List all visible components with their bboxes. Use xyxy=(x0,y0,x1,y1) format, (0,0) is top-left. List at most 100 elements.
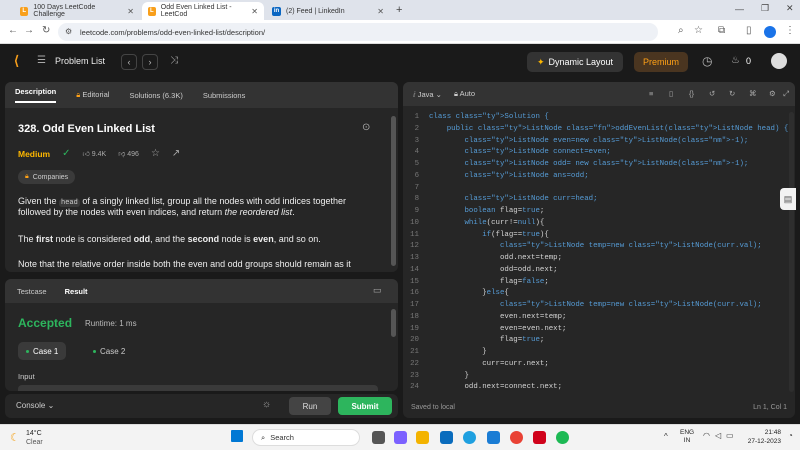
debug-icon[interactable]: ☼ xyxy=(262,399,271,410)
clock-time[interactable]: 21:48 xyxy=(745,429,781,436)
browser-tab-leetcode-challenge[interactable]: L 100 Days LeetCode Challenge ✕ xyxy=(14,2,140,20)
chrome-icon[interactable] xyxy=(510,431,523,444)
taskbar-search[interactable]: ⌕ Search xyxy=(252,429,360,446)
problem-list-link[interactable]: Problem List xyxy=(55,56,105,66)
next-problem-button[interactable]: › xyxy=(142,54,158,70)
windows-start-icon[interactable] xyxy=(231,430,243,442)
code-line[interactable]: 13 odd.next=temp; xyxy=(403,253,795,265)
close-icon[interactable]: ✕ xyxy=(127,7,134,16)
star-icon[interactable]: ☆ xyxy=(151,148,160,159)
format-icon[interactable]: ≡ xyxy=(649,89,653,98)
braces-icon[interactable]: {} xyxy=(689,89,694,98)
code-line[interactable]: 21 } xyxy=(403,347,795,359)
maximize-button[interactable]: ❐ xyxy=(761,3,769,14)
tab-editorial[interactable]: 🔒︎ Editorial xyxy=(76,90,109,100)
zoom-icon[interactable]: ⌕ xyxy=(678,25,684,36)
console-button[interactable]: Console ⌄ xyxy=(16,401,54,410)
premium-button[interactable]: Premium xyxy=(634,52,688,72)
profile-avatar[interactable] xyxy=(764,26,776,38)
forward-icon[interactable]: → xyxy=(24,25,34,36)
code-line[interactable]: 16 }else{ xyxy=(403,288,795,300)
minimize-button[interactable]: — xyxy=(735,4,744,14)
description-scrollbar[interactable] xyxy=(391,116,396,266)
companies-tag[interactable]: 🔒︎ Companies xyxy=(18,170,76,184)
mcafee-icon[interactable] xyxy=(533,431,546,444)
more-options-icon[interactable]: ⊙ xyxy=(362,122,370,133)
code-line[interactable]: 9 boolean flag=true; xyxy=(403,206,795,218)
tab-result[interactable]: Result xyxy=(65,287,88,296)
language-select[interactable]: ⅈ Java ⌄ xyxy=(413,90,442,99)
task-view-icon[interactable] xyxy=(372,431,385,444)
reset-icon[interactable]: ↻ xyxy=(729,89,735,98)
case-2-button[interactable]: Case 2 xyxy=(85,342,133,360)
leetcode-logo-icon[interactable]: ⟨ xyxy=(14,53,19,69)
site-info-icon[interactable]: ⚙ xyxy=(65,27,72,36)
shuffle-icon[interactable]: ⤨ xyxy=(170,55,178,66)
retrieve-icon[interactable]: ↺ xyxy=(709,89,715,98)
dislike-button[interactable]: 👎︎ 496 xyxy=(118,149,139,158)
code-line[interactable]: 20 flag=true; xyxy=(403,335,795,347)
window-close-button[interactable]: ✕ xyxy=(786,3,794,14)
battery-icon[interactable]: ▭ xyxy=(726,431,734,440)
tab-testcase[interactable]: Testcase xyxy=(17,287,47,296)
sidebar-icon[interactable]: ▯ xyxy=(746,25,752,36)
code-line[interactable]: 14 odd=odd.next; xyxy=(403,265,795,277)
bookmark-star-icon[interactable]: ☆ xyxy=(694,25,703,36)
submit-button[interactable]: Submit xyxy=(338,397,392,415)
code-line[interactable]: 22 curr=curr.next; xyxy=(403,359,795,371)
code-line[interactable]: 15 flag=false; xyxy=(403,277,795,289)
tray-chevron-icon[interactable]: ^ xyxy=(664,432,668,441)
code-line[interactable]: 2 public class="ty">ListNode class="fn">… xyxy=(403,124,795,136)
code-line[interactable]: 12 class="ty">ListNode temp=new class="t… xyxy=(403,241,795,253)
code-line[interactable]: 10 while(curr!=null){ xyxy=(403,218,795,230)
fullscreen-icon[interactable]: ⤢ xyxy=(783,89,789,99)
extensions-icon[interactable]: ⧉ xyxy=(718,25,725,36)
menu-icon[interactable]: ⋮ xyxy=(785,25,795,36)
store-icon[interactable] xyxy=(440,431,453,444)
code-scrollbar[interactable] xyxy=(789,112,794,392)
app-icon[interactable] xyxy=(487,431,500,444)
language-indicator[interactable]: ENG IN xyxy=(680,429,694,445)
spotify-icon[interactable] xyxy=(556,431,569,444)
timer-icon[interactable]: ◷ xyxy=(702,54,712,68)
tab-submissions[interactable]: Submissions xyxy=(203,91,246,100)
case-1-button[interactable]: Case 1 xyxy=(18,342,67,360)
url-field[interactable]: ⚙ leetcode.com/problems/odd-even-linked-… xyxy=(58,23,658,41)
code-line[interactable]: 4 class="ty">ListNode connect=even; xyxy=(403,147,795,159)
user-avatar[interactable] xyxy=(771,53,787,69)
shortcuts-icon[interactable]: ⌘ xyxy=(749,89,757,98)
volume-icon[interactable]: ◁ xyxy=(715,431,721,440)
collapse-icon[interactable]: ▭ xyxy=(373,285,382,296)
auto-mode-toggle[interactable]: 🔒︎ Auto xyxy=(454,89,475,99)
code-area[interactable]: 1 class class="ty">Solution {2 public cla… xyxy=(403,112,795,394)
settings-icon[interactable]: ⚙ xyxy=(769,89,776,98)
code-line[interactable]: 23 } xyxy=(403,371,795,383)
like-button[interactable]: 👍︎ 9.4K xyxy=(83,149,107,158)
code-line[interactable]: 11 if(flag==true){ xyxy=(403,230,795,242)
share-icon[interactable]: ↗ xyxy=(172,148,180,159)
notification-icon[interactable]: ◔ xyxy=(788,431,793,440)
close-icon[interactable]: ✕ xyxy=(377,7,384,16)
browser-tab-odd-even[interactable]: L Odd Even Linked List - LeetCod ✕ xyxy=(142,2,264,20)
back-icon[interactable]: ← xyxy=(8,25,18,36)
dynamic-layout-button[interactable]: ✦ Dynamic Layout xyxy=(527,52,623,72)
run-button[interactable]: Run xyxy=(289,397,331,415)
bookmark-icon[interactable]: ▯ xyxy=(669,89,673,98)
code-line[interactable]: 18 even.next=temp; xyxy=(403,312,795,324)
edge-icon[interactable] xyxy=(463,431,476,444)
prev-problem-button[interactable]: ‹ xyxy=(121,54,137,70)
side-notes-icon[interactable]: ▤ xyxy=(780,188,796,210)
code-line[interactable]: 17 class="ty">ListNode temp=new class="t… xyxy=(403,300,795,312)
new-tab-button[interactable]: + xyxy=(396,4,402,16)
code-line[interactable]: 24 odd.next=connect.next; xyxy=(403,382,795,394)
code-line[interactable]: 8 class="ty">ListNode curr=head; xyxy=(403,194,795,206)
browser-tab-linkedin[interactable]: in (2) Feed | LinkedIn ✕ xyxy=(266,2,390,20)
code-line[interactable]: 5 class="ty">ListNode odd= new class="ty… xyxy=(403,159,795,171)
chat-icon[interactable] xyxy=(394,431,407,444)
result-scrollbar[interactable] xyxy=(391,309,396,337)
code-line[interactable]: 1 class class="ty">Solution { xyxy=(403,112,795,124)
wifi-icon[interactable]: ◠ xyxy=(703,431,710,440)
reload-icon[interactable]: ↻ xyxy=(42,25,50,36)
tab-solutions[interactable]: Solutions (6.3K) xyxy=(129,91,182,100)
code-line[interactable]: 19 even=even.next; xyxy=(403,324,795,336)
